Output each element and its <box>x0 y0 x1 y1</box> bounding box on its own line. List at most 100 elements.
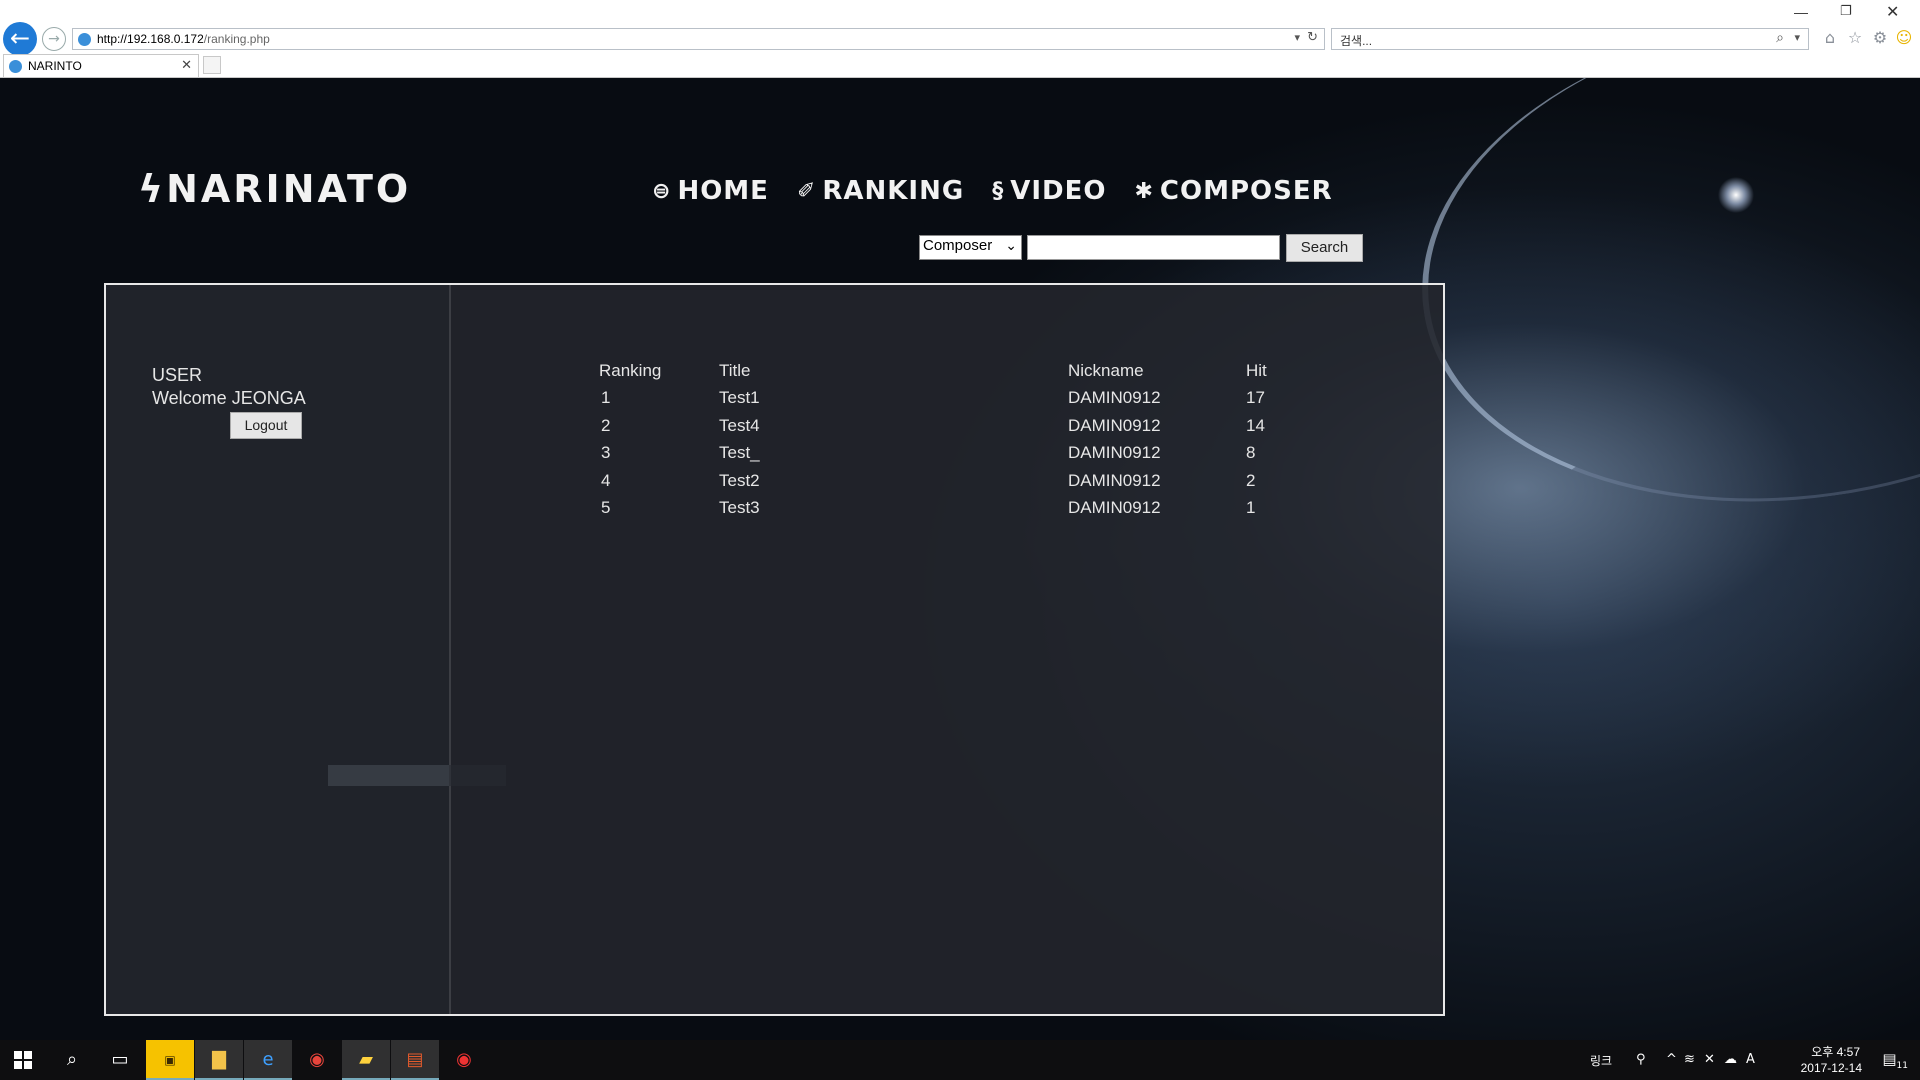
main-nav: ⊜ HOME ✐ RANKING § VIDEO ✱ COMPOSER <box>652 176 1333 206</box>
search-category-select[interactable]: Composer ⌄ <box>919 235 1022 260</box>
cell-title-link[interactable]: Test2 <box>719 467 1068 495</box>
cell-ranking: 3 <box>601 443 611 463</box>
browser-search-box[interactable]: 검색... ⌕ ▾ <box>1331 28 1809 50</box>
kakaotalk-icon[interactable]: ▣ <box>146 1040 194 1080</box>
welcome-text: Welcome JEONGA <box>152 388 306 408</box>
forward-arrow-icon[interactable]: → <box>42 27 66 51</box>
back-arrow-icon[interactable]: ← <box>3 22 37 56</box>
windows-start-icon[interactable] <box>14 1051 32 1069</box>
notification-icon[interactable]: ▤11 <box>1882 1050 1908 1071</box>
screen-recorder-icon[interactable]: ◉ <box>440 1040 488 1080</box>
cell-hit: 1 <box>1246 498 1256 518</box>
cell-title-link[interactable]: Test4 <box>719 412 1068 440</box>
cell-hit: 8 <box>1246 443 1256 463</box>
nav-composer[interactable]: ✱ COMPOSER <box>1134 176 1332 206</box>
tray-link-label[interactable]: 링크 <box>1590 1052 1612 1069</box>
search-taskbar-icon[interactable]: ⌕ <box>48 1040 96 1080</box>
clock-time[interactable]: 오후 4:57 <box>1811 1043 1860 1060</box>
powerpoint-icon[interactable]: ▤ <box>391 1040 439 1080</box>
star-icon[interactable]: ☆ <box>1845 28 1865 48</box>
gear-icon[interactable]: ⚙ <box>1870 28 1890 48</box>
chevron-up-icon[interactable]: ^ <box>1666 1052 1677 1067</box>
cell-ranking: 4 <box>601 470 611 490</box>
table-row[interactable]: 5 Test3 DAMIN0912 1 <box>599 495 1306 523</box>
minimize-icon[interactable]: — <box>1794 4 1808 20</box>
smiley-icon[interactable]: ☺ <box>1894 28 1914 48</box>
cell-hit: 17 <box>1246 388 1265 408</box>
cell-nickname: DAMIN0912 <box>1068 498 1161 518</box>
chevron-down-icon: ⌄ <box>1005 238 1017 254</box>
windows-taskbar: ⌕ ▭ ▣ ▇ e ◉ ▰ ▤ ◉ 링크 ⚲ ^ ≋ ✕ ☁ A 오후 4:57… <box>0 1040 1920 1080</box>
restore-icon[interactable]: ❐ <box>1840 4 1852 19</box>
cell-ranking: 1 <box>601 388 611 408</box>
cell-nickname: DAMIN0912 <box>1068 415 1161 435</box>
ranking-table: Ranking Title Nickname Hit 1 Test1 DAMIN… <box>599 357 1306 522</box>
address-bar[interactable]: http://192.168.0.172/ranking.php ▾ ↻ <box>72 28 1325 50</box>
notification-count: 11 <box>1896 1061 1908 1071</box>
cell-title-link[interactable]: Test1 <box>719 385 1068 413</box>
web-page: ϟNARINATO ⊜ HOME ✐ RANKING § VIDEO ✱ COM… <box>0 78 1920 1040</box>
table-row[interactable]: 3 Test_ DAMIN0912 8 <box>599 440 1306 468</box>
cell-nickname: DAMIN0912 <box>1068 388 1161 408</box>
address-text[interactable]: http://192.168.0.172/ranking.php <box>97 32 270 46</box>
search-category-value: Composer <box>923 237 993 254</box>
cell-ranking: 5 <box>601 498 611 518</box>
table-row[interactable]: 1 Test1 DAMIN0912 17 <box>599 385 1306 413</box>
file-explorer-icon[interactable]: ▇ <box>195 1040 243 1080</box>
tab-favicon-icon <box>9 60 22 73</box>
tab-active[interactable]: NARINTO ✕ <box>3 54 199 77</box>
system-tray: 링크 ⚲ ^ ≋ ✕ ☁ A 오후 4:57 2017-12-14 ▤11 <box>1300 1040 1920 1080</box>
home-nav-icon: ⊜ <box>652 178 672 204</box>
nav-home[interactable]: ⊜ HOME <box>652 176 769 206</box>
page-favicon-icon <box>78 33 91 46</box>
refresh-icon[interactable]: ↻ <box>1307 30 1318 45</box>
network-icon[interactable]: ≋ <box>1684 1052 1695 1067</box>
video-nav-icon: § <box>992 178 1005 204</box>
new-tab-button[interactable] <box>203 56 221 74</box>
header-ranking: Ranking <box>599 360 662 380</box>
cell-hit: 14 <box>1246 415 1265 435</box>
cell-hit: 2 <box>1246 470 1256 490</box>
home-icon[interactable]: ⌂ <box>1820 28 1840 48</box>
people-icon[interactable]: ⚲ <box>1636 1052 1646 1067</box>
table-row[interactable]: 4 Test2 DAMIN0912 2 <box>599 467 1306 495</box>
ranking-nav-icon: ✐ <box>796 178 817 204</box>
internet-explorer-icon[interactable]: e <box>244 1040 292 1080</box>
cell-title-link[interactable]: Test3 <box>719 495 1068 523</box>
cell-nickname: DAMIN0912 <box>1068 470 1161 490</box>
ime-indicator[interactable]: A <box>1746 1052 1755 1067</box>
volume-muted-icon[interactable]: ✕ <box>1704 1052 1715 1067</box>
cell-title-link[interactable]: Test_ <box>719 440 1068 468</box>
tab-label: NARINTO <box>28 59 82 73</box>
table-row[interactable]: 2 Test4 DAMIN0912 14 <box>599 412 1306 440</box>
nav-ranking[interactable]: ✐ RANKING <box>797 176 964 206</box>
tab-close-icon[interactable]: ✕ <box>181 58 192 73</box>
address-dropdown-icon[interactable]: ▾ <box>1294 31 1300 44</box>
nav-video[interactable]: § VIDEO <box>992 176 1106 206</box>
browser-search-placeholder: 검색... <box>1340 34 1373 48</box>
nav-home-label: HOME <box>677 176 769 206</box>
chrome-icon[interactable]: ◉ <box>293 1040 341 1080</box>
onedrive-icon[interactable]: ☁ <box>1724 1052 1737 1067</box>
browser-chrome: ← → http://192.168.0.172/ranking.php ▾ ↻… <box>0 0 1920 78</box>
ranking-panel: Ranking Title Nickname Hit 1 Test1 DAMIN… <box>449 283 1445 1016</box>
logo-mark-icon: ϟ <box>138 167 167 211</box>
address-path: /ranking.php <box>203 32 270 46</box>
site-logo[interactable]: ϟNARINATO <box>138 167 411 211</box>
user-heading: USER <box>152 365 203 385</box>
logout-button[interactable]: Logout <box>230 412 302 439</box>
magnifier-icon[interactable]: ⌕ <box>1776 30 1784 46</box>
sticky-notes-icon[interactable]: ▰ <box>342 1040 390 1080</box>
logo-text: NARINATO <box>166 167 412 211</box>
close-window-icon[interactable]: ✕ <box>1886 2 1899 21</box>
cell-nickname: DAMIN0912 <box>1068 443 1161 463</box>
user-panel: USER Welcome JEONGA Logout <box>104 283 506 1016</box>
search-button[interactable]: Search <box>1286 234 1363 262</box>
task-view-icon[interactable]: ▭ <box>96 1040 144 1080</box>
clock-date[interactable]: 2017-12-14 <box>1801 1061 1862 1075</box>
header-nickname: Nickname <box>1068 360 1144 380</box>
search-dropdown-icon[interactable]: ▾ <box>1794 31 1800 44</box>
search-input[interactable] <box>1027 235 1280 260</box>
nav-ranking-label: RANKING <box>822 176 965 206</box>
table-header-row: Ranking Title Nickname Hit <box>599 357 1306 385</box>
